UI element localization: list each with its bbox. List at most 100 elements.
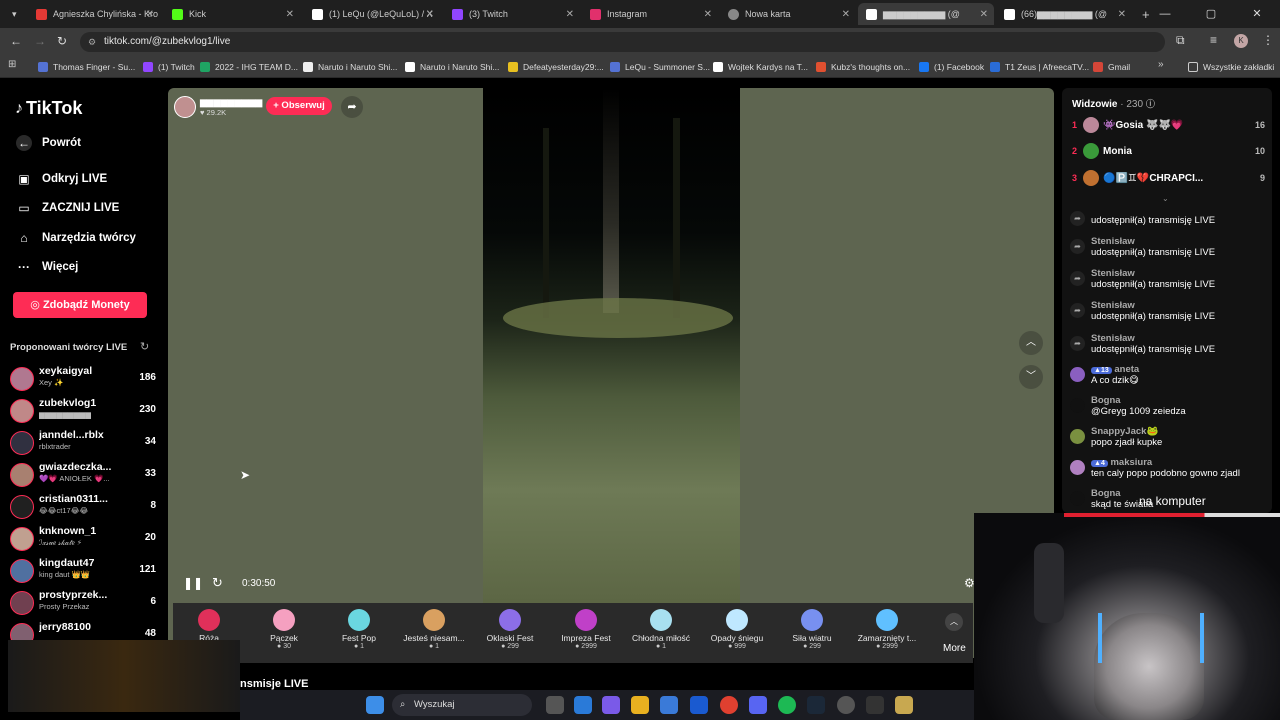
forward-arrow-icon[interactable]: → [34, 34, 46, 48]
get-coins-button[interactable]: ◎ Zdobądź Monety [13, 292, 147, 318]
bookmark-item[interactable]: Wojtek Kardys na T... [713, 59, 808, 75]
bookmark-item[interactable]: LeQu - Summoner S... [610, 59, 710, 75]
bookmark-item[interactable]: T1 Zeus | AfreecaTV... [990, 59, 1089, 75]
bookmark-item[interactable]: 2022 - IHG TEAM D... [200, 59, 298, 75]
task-view-icon[interactable] [546, 696, 564, 714]
game-icon[interactable] [866, 696, 884, 714]
file-explorer-icon[interactable] [631, 696, 649, 714]
share-arrow-icon[interactable]: ➦ [341, 96, 363, 118]
minimize-icon[interactable]: — [1142, 0, 1188, 28]
apps-grid-icon[interactable]: ⊞ [8, 59, 16, 70]
creator-row[interactable]: cristian0311... 😂😂ct17😂😂 8 [10, 493, 156, 523]
nav-creator-tools[interactable]: ⌂ Narzędzia twórcy [16, 230, 136, 246]
gift-item[interactable]: Fest Pop ● 1 [323, 603, 395, 663]
menu-kebab-icon[interactable]: ⋮ [1262, 33, 1274, 47]
tab-list-button[interactable]: ▾ [4, 3, 24, 25]
bookmark-item[interactable]: Defeatyesterday29:... [508, 59, 604, 75]
creator-row[interactable]: prostyprzek... Prosty Przekaz 6 [10, 589, 156, 619]
taskbar-search[interactable]: ⌕ Wyszukaj [392, 694, 532, 716]
host-name[interactable]: ▆▆▆▆▆▆▆▆▆ [200, 97, 262, 108]
bookmark-item[interactable]: Naruto i Naruto Shi... [405, 59, 499, 75]
browser-tab-8[interactable]: (66)▆▆▆▆▆▆▆▆ (@ ✕ [996, 3, 1132, 25]
close-icon[interactable]: ✕ [842, 9, 850, 20]
steam-icon[interactable] [807, 696, 825, 714]
host-avatar[interactable] [174, 96, 196, 118]
browser-tab-7-active[interactable]: ▆▆▆▆▆▆▆▆▆ (@ ✕ [858, 3, 994, 25]
bookmark-item[interactable]: (1) Facebook [919, 59, 984, 75]
tiktok-logo[interactable]: ♪ TikTok [15, 98, 82, 119]
close-icon[interactable]: ✕ [1118, 9, 1126, 20]
windows-start-icon[interactable] [366, 696, 384, 714]
address-input[interactable]: ⚙ tiktok.com/@zubekvlog1/live [80, 32, 1165, 52]
nav-discover-live[interactable]: ▣ Odkryj LIVE [16, 171, 107, 187]
top-viewer-row[interactable]: 3 🔵🅿️♊💔CHRAPCI... 9 [1070, 170, 1265, 190]
gift-item[interactable]: Zamarznięty t... ● 2999 [851, 603, 923, 663]
more-bookmarks-icon[interactable]: » [1158, 59, 1164, 70]
refresh-icon[interactable]: ↻ [140, 340, 149, 353]
back-link[interactable]: ← Powrót [16, 135, 81, 151]
chat-user[interactable]: SnappyJack🐸 [1070, 426, 1270, 437]
chevron-up-icon[interactable]: ︿ [1019, 331, 1043, 355]
browser-tab-3[interactable]: (1) LeQu (@LeQuLoL) / X ✕ [304, 3, 440, 25]
gift-item[interactable]: Oklaski Fest ● 299 [474, 603, 546, 663]
back-arrow-icon[interactable]: ← [10, 34, 22, 48]
gift-item[interactable]: Pączek ● 30 [248, 603, 320, 663]
chat-user[interactable]: maksiura [1110, 457, 1152, 468]
chat-user[interactable]: Bogna [1070, 395, 1270, 406]
gift-item[interactable]: Siła wiatru ● 299 [776, 603, 848, 663]
browser-tab-5[interactable]: Instagram ✕ [582, 3, 718, 25]
info-icon[interactable]: ⓘ [1146, 99, 1155, 109]
gift-item[interactable]: Opady śniegu ● 999 [701, 603, 773, 663]
maximize-icon[interactable]: ▢ [1188, 0, 1234, 28]
chat-user[interactable]: Stenisław [1070, 300, 1270, 311]
site-info-icon[interactable]: ⚙ [88, 32, 96, 52]
outlook-icon[interactable] [574, 696, 592, 714]
creator-row[interactable]: janndel...rblx rblxtrader 34 [10, 429, 156, 459]
chat-user[interactable]: aneta [1114, 364, 1139, 375]
nav-more[interactable]: ··· Więcej [16, 259, 78, 275]
chat-user[interactable]: Stenisław [1070, 236, 1270, 247]
pause-icon[interactable]: ❚❚ [183, 576, 203, 590]
close-icon[interactable]: ✕ [566, 9, 574, 20]
obs-icon[interactable] [837, 696, 855, 714]
close-icon[interactable]: ✕ [286, 9, 294, 20]
bookmark-item[interactable]: Kubz's thoughts on... [816, 59, 910, 75]
close-window-icon[interactable]: ✕ [1234, 0, 1280, 28]
expand-chevron-icon[interactable]: ⌄ [1162, 194, 1169, 203]
nav-start-live[interactable]: ▭ ZACZNIJ LIVE [16, 200, 119, 216]
creator-row[interactable]: zubekvlog1 ▆▆▆▆▆▆▆▆▆ 230 [10, 397, 156, 427]
live-video[interactable] [483, 88, 740, 603]
extensions-icon[interactable]: ⧉ [1176, 33, 1185, 48]
browser-tab-1[interactable]: Agnieszka Chylińska - Kro ✕ [28, 3, 160, 25]
more-gifts-button[interactable]: More [943, 643, 966, 654]
gift-item[interactable]: Impreza Fest ● 2999 [550, 603, 622, 663]
bookmark-item[interactable]: Gmail [1093, 59, 1130, 75]
refresh-icon[interactable]: ↻ [212, 575, 223, 591]
creator-row[interactable]: xeykaigyal Xey ✨ 186 [10, 365, 156, 395]
reload-icon[interactable]: ↻ [57, 34, 67, 48]
browser-tab-6[interactable]: Nowa karta ✕ [720, 3, 856, 25]
creator-row[interactable]: kingdaut47 king daut 👑👑 121 [10, 557, 156, 587]
media-icon[interactable]: ≡ [1210, 33, 1217, 47]
close-icon[interactable]: ✕ [980, 9, 988, 20]
chrome-icon[interactable] [720, 696, 738, 714]
creator-row[interactable]: knknown_1 ℐ𝓍𝓈𝓊𝑒 𝓈𝓀𝒶𝓉𝑒 ⚡ 20 [10, 525, 156, 555]
browser-tab-4[interactable]: (3) Twitch ✕ [444, 3, 580, 25]
browser-tab-2[interactable]: Kick ✕ [164, 3, 300, 25]
store-icon[interactable] [660, 696, 678, 714]
close-icon[interactable]: ✕ [146, 9, 154, 20]
close-icon[interactable]: ✕ [426, 9, 434, 20]
gift-item[interactable]: Chłodna miłość ● 1 [625, 603, 697, 663]
gift-item[interactable]: Jesteś niesam... ● 1 [398, 603, 470, 663]
follow-button[interactable]: + Obserwuj [266, 97, 332, 115]
league-icon[interactable] [895, 696, 913, 714]
app-icon[interactable] [690, 696, 708, 714]
bookmark-item[interactable]: Thomas Finger - Su... [38, 59, 135, 75]
discord-icon[interactable] [749, 696, 767, 714]
spotify-icon[interactable] [778, 696, 796, 714]
bookmark-item[interactable]: (1) Twitch [143, 59, 195, 75]
close-icon[interactable]: ✕ [704, 9, 712, 20]
bookmark-item[interactable]: Naruto i Naruto Shi... [303, 59, 397, 75]
copilot-icon[interactable] [602, 696, 620, 714]
top-viewer-row[interactable]: 2 Monia 10 [1070, 143, 1265, 163]
